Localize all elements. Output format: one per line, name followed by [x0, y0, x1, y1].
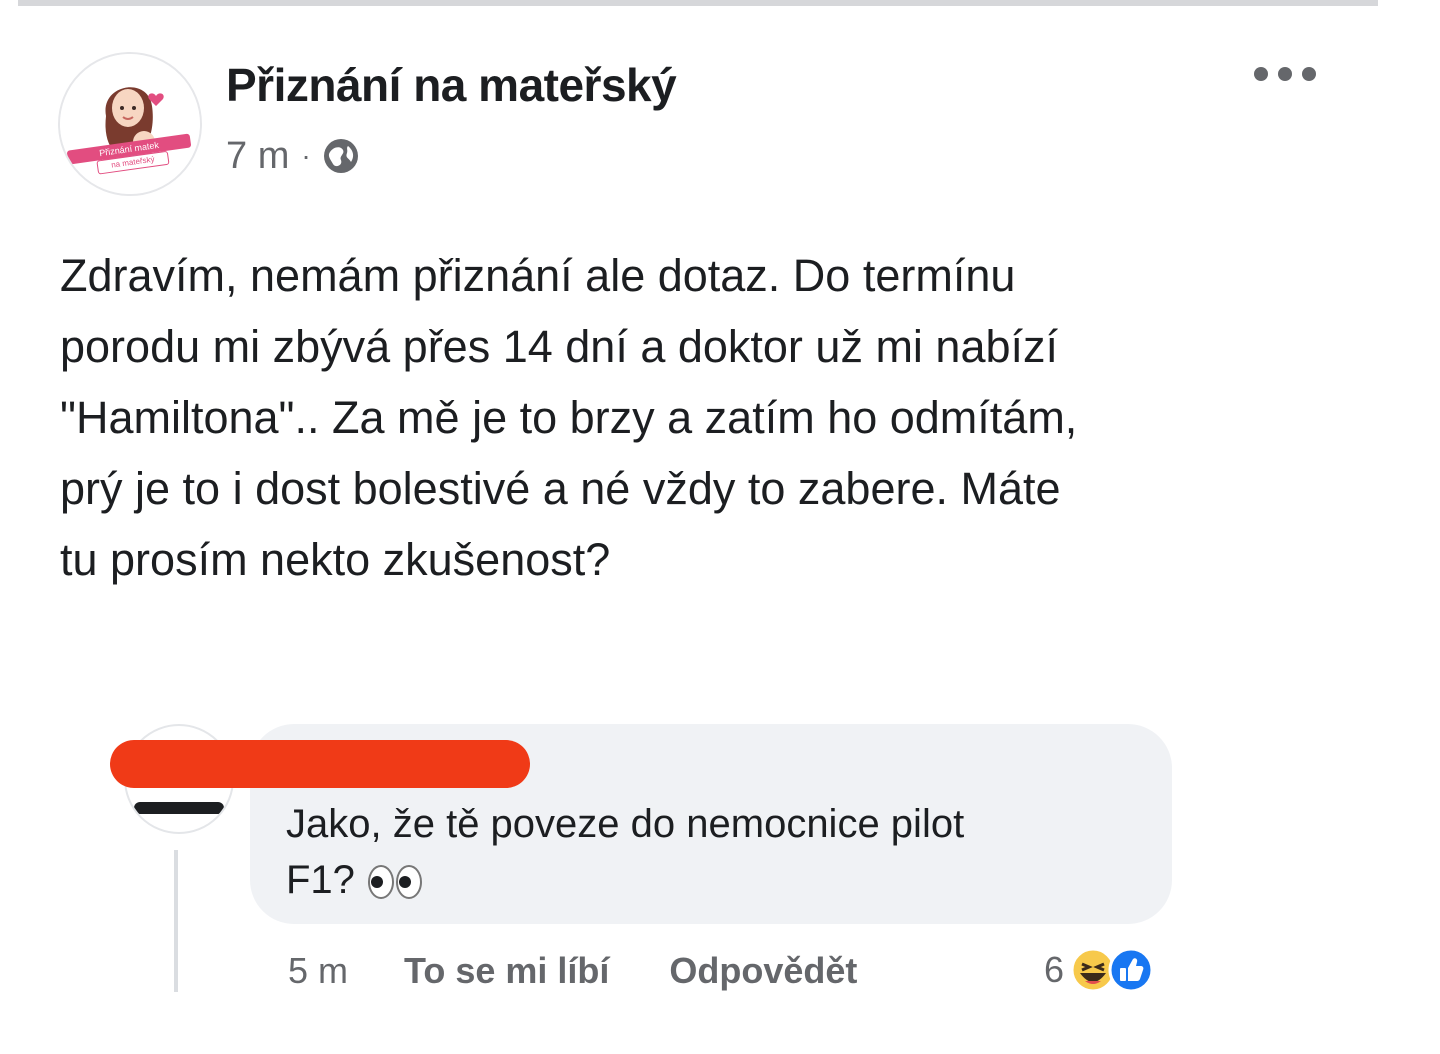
like-button[interactable]: To se mi líbí [404, 950, 609, 992]
post-text-line: tu prosím nekto zkušenost? [60, 534, 611, 585]
reaction-summary[interactable]: 6 [1044, 944, 1154, 996]
comment-thread-line [174, 850, 178, 992]
post-meta: 7 m · [226, 134, 361, 178]
comment-actions: 5 m To se mi líbí Odpovědět [288, 946, 857, 996]
comment-text-line: F1? [286, 858, 355, 902]
avatar-redacted-mark [134, 802, 224, 814]
reaction-count: 6 [1044, 949, 1065, 990]
comment-text-line-2: F1? [286, 852, 1146, 908]
page-avatar[interactable]: Přiznání matek na mateřský [58, 52, 202, 196]
like-reaction-icon [1108, 947, 1154, 993]
post-text-line: porodu mi zbývá přes 14 dní a doktor už … [60, 321, 1059, 372]
comment-text: Jako, že tě poveze do nemocnice pilot F1… [286, 796, 1146, 908]
comment-text-line: Jako, že tě poveze do nemocnice pilot [286, 802, 965, 846]
more-options-button[interactable] [1254, 60, 1316, 88]
more-options-icon-dot [1302, 67, 1316, 81]
more-options-icon-dot [1278, 67, 1292, 81]
meta-separator: · [301, 140, 311, 171]
comment-time[interactable]: 5 m [288, 950, 348, 992]
top-divider [18, 0, 1378, 6]
reply-button[interactable]: Odpovědět [669, 950, 857, 992]
post-time[interactable]: 7 m [226, 135, 289, 178]
eyes-emoji-icon [367, 865, 422, 900]
post-text-line: Zdravím, nemám přiznání ale dotaz. Do te… [60, 250, 1016, 301]
page-name-link[interactable]: Přiznání na mateřský [226, 58, 677, 112]
more-options-icon [1254, 67, 1268, 81]
post-body: Zdravím, nemám přiznání ale dotaz. Do te… [60, 240, 1350, 595]
post-text-line: prý je to i dost bolestivé a né vždy to … [60, 463, 1061, 514]
post-text-line: "Hamiltona".. Za mě je to brzy a zatím h… [60, 392, 1078, 443]
globe-icon [323, 139, 358, 173]
commenter-name-redaction [110, 740, 530, 788]
